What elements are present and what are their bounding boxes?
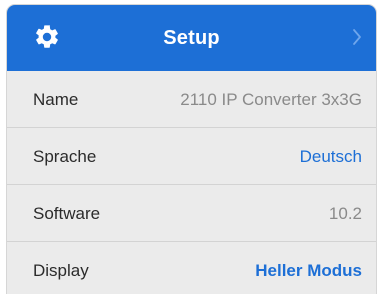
setting-value-name: 2110 IP Converter 3x3G (180, 90, 362, 109)
setting-row-name[interactable]: Name 2110 IP Converter 3x3G (7, 71, 376, 128)
setting-label-name: Name (33, 90, 79, 109)
header-title: Setup (163, 27, 220, 49)
setting-label-language: Sprache (33, 147, 97, 166)
setting-row-software: Software 10.2 (7, 185, 376, 242)
setting-value-display[interactable]: Heller Modus (255, 261, 362, 281)
setting-row-display[interactable]: Display Heller Modus (7, 242, 376, 294)
setting-label-display: Display (33, 261, 89, 280)
setting-value-language[interactable]: Deutsch (300, 147, 362, 167)
setting-label-software: Software (33, 204, 101, 223)
setup-header: Setup (7, 5, 376, 71)
setting-value-software: 10.2 (328, 204, 362, 223)
setting-row-language[interactable]: Sprache Deutsch (7, 128, 376, 185)
chevron-right-icon[interactable] (352, 28, 362, 46)
setup-panel: Setup Name 2110 IP Converter 3x3G Sprach… (6, 4, 377, 294)
